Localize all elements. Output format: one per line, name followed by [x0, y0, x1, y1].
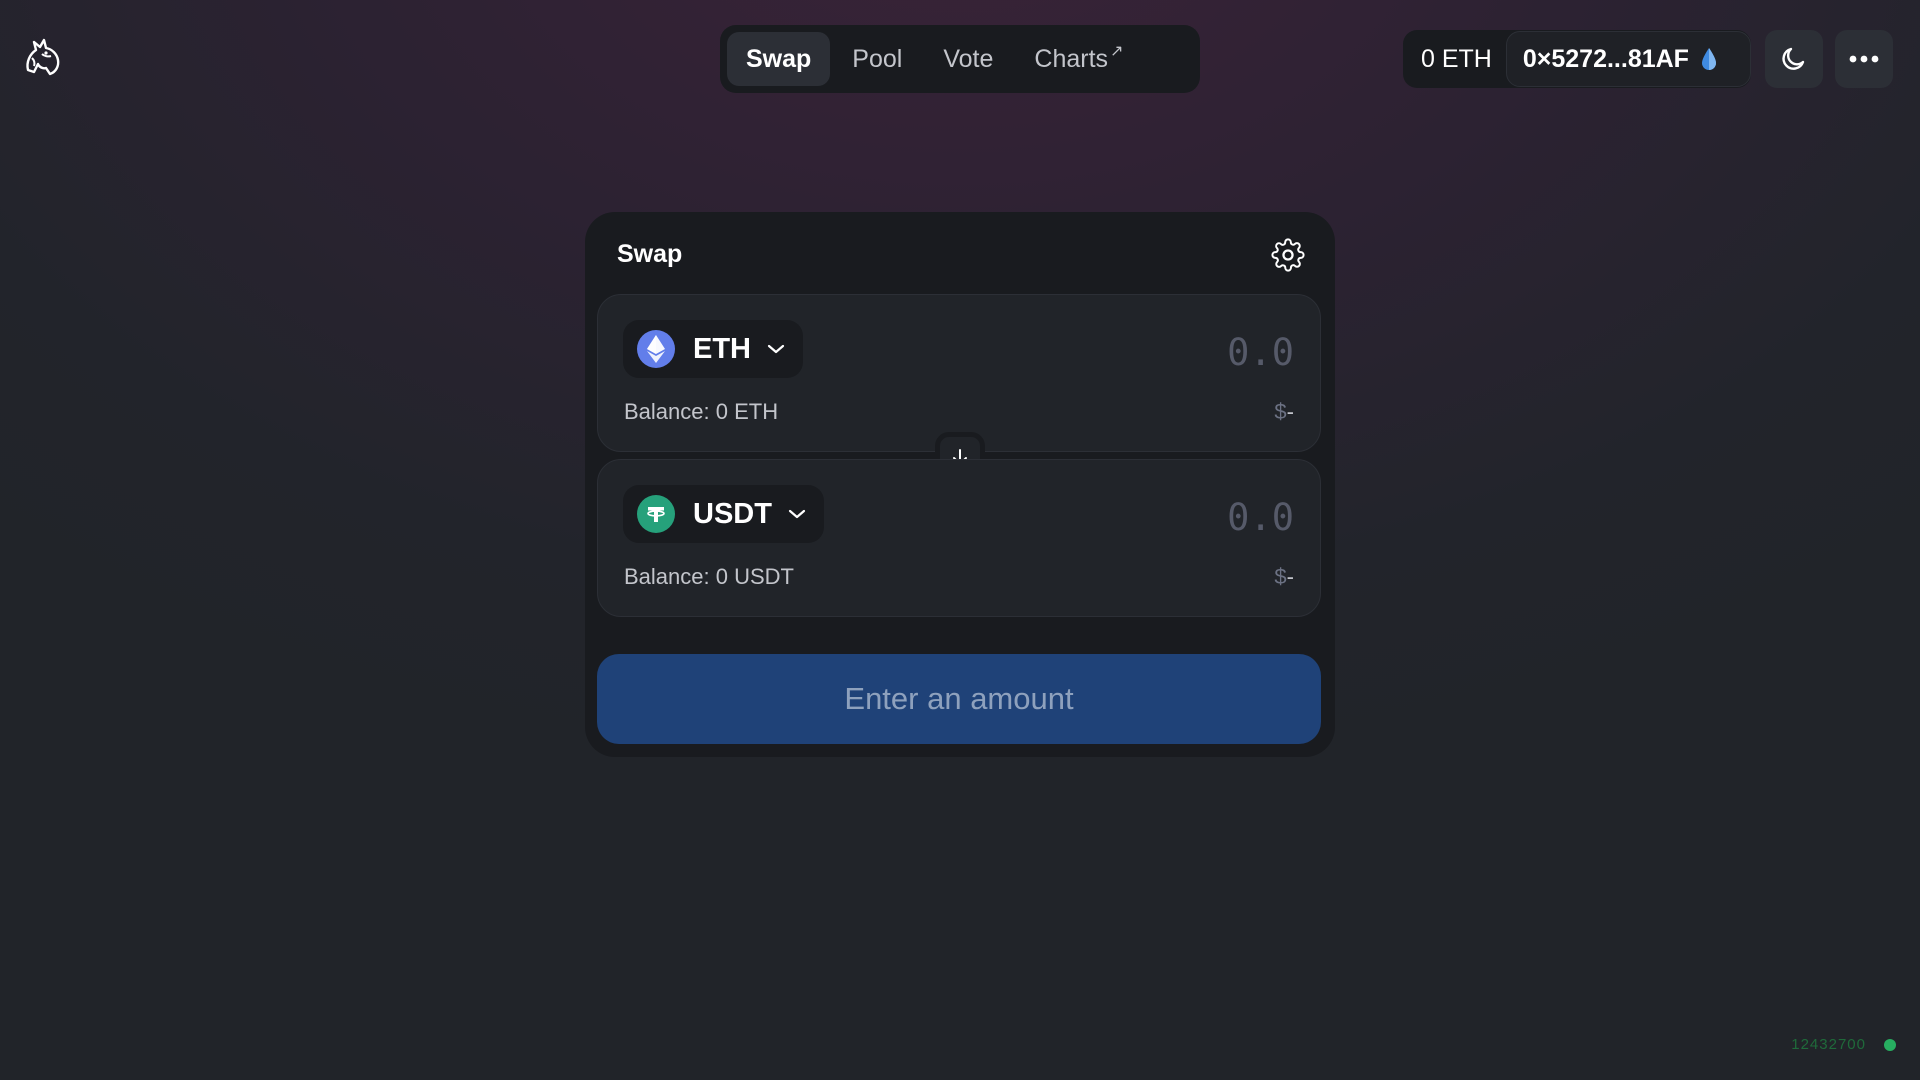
- nav-pool[interactable]: Pool: [833, 32, 921, 86]
- wallet-address: 0×5272...81AF: [1522, 44, 1689, 73]
- output-usd-value: $-: [1274, 564, 1294, 590]
- eth-balance: 0 ETH: [1421, 44, 1492, 73]
- input-balance: Balance: 0 ETH: [624, 399, 779, 424]
- settings-button[interactable]: [1271, 238, 1305, 272]
- output-balance: Balance: 0 USDT: [624, 564, 794, 589]
- input-token-select[interactable]: ETH: [623, 320, 803, 378]
- account-widget: 0 ETH 0×5272...81AF: [1403, 30, 1751, 88]
- more-menu-button[interactable]: [1835, 30, 1893, 88]
- swap-title: Swap: [617, 240, 683, 268]
- nav-swap[interactable]: Swap: [727, 32, 831, 86]
- enter-amount-button[interactable]: Enter an amount: [597, 654, 1321, 744]
- chevron-down-icon: [767, 344, 785, 354]
- main-nav: Swap Pool Vote Charts ↗: [720, 25, 1200, 93]
- chevron-down-icon: [788, 509, 806, 519]
- tether-icon: [637, 495, 675, 533]
- wallet-address-button[interactable]: 0×5272...81AF: [1505, 31, 1751, 87]
- nav-pool-label: Pool: [852, 44, 903, 73]
- more-dots-icon: [1849, 55, 1879, 63]
- block-number[interactable]: 12432700: [1791, 1036, 1866, 1053]
- theme-toggle-button[interactable]: [1765, 30, 1823, 88]
- output-amount-field[interactable]: 0.0: [1227, 496, 1294, 539]
- nav-vote-label: Vote: [943, 44, 994, 73]
- header: Swap Pool Vote Charts ↗ 0 ETH 0×5272...8…: [0, 0, 1920, 118]
- nav-charts-label: Charts: [1034, 44, 1109, 73]
- ethereum-icon: [637, 330, 675, 368]
- output-usd-amount: -: [1286, 564, 1294, 589]
- nav-charts[interactable]: Charts ↗: [1015, 32, 1142, 86]
- input-amount-field[interactable]: 0.0: [1227, 331, 1294, 374]
- nav-swap-label: Swap: [746, 44, 812, 73]
- output-panel: USDT 0.0 Balance: 0 USDT $-: [597, 459, 1321, 617]
- sync-status-dot: [1884, 1039, 1896, 1051]
- input-usd-value: $-: [1274, 399, 1294, 425]
- network-drop-icon: [1701, 48, 1716, 70]
- swap-card: Swap ETH 0.0 Balance: 0 ETH $- USDT 0.0 …: [585, 212, 1335, 757]
- nav-vote[interactable]: Vote: [924, 32, 1012, 86]
- moon-icon: [1782, 47, 1805, 70]
- gear-icon: [1271, 238, 1305, 272]
- output-token-symbol: USDT: [693, 497, 772, 530]
- output-usd-symbol: $: [1274, 564, 1287, 589]
- input-usd-amount: -: [1286, 399, 1294, 424]
- external-link-icon: ↗: [1110, 43, 1124, 60]
- input-token-symbol: ETH: [693, 332, 751, 365]
- output-token-select[interactable]: USDT: [623, 485, 824, 543]
- input-panel: ETH 0.0 Balance: 0 ETH $-: [597, 294, 1321, 452]
- input-usd-symbol: $: [1274, 399, 1287, 424]
- unicorn-logo-icon[interactable]: [22, 36, 64, 78]
